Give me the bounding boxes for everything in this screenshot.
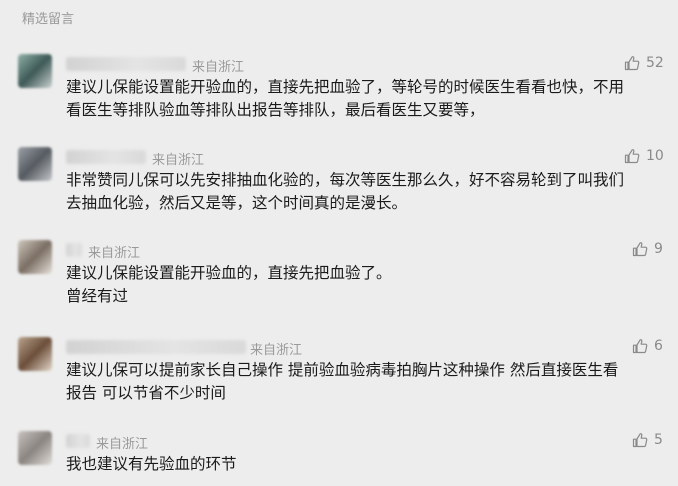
avatar[interactable] — [18, 147, 52, 181]
comment-text-line: 建议儿保能设置能开验血的，直接先把血验了，等轮号的时候医生看看也快，不用 — [66, 78, 625, 96]
avatar[interactable] — [18, 431, 52, 465]
nickname-blurred[interactable] — [66, 150, 146, 164]
comment-text-line: 去抽血化验，然后又是等，这个时间真的是漫长。 — [66, 194, 408, 212]
like-count: 10 — [646, 148, 664, 164]
origin-label: 来自浙江 — [152, 153, 205, 168]
nickname-blurred[interactable] — [66, 434, 90, 448]
thumbs-up-icon — [632, 242, 648, 257]
thumbs-up-icon — [632, 433, 648, 448]
comment-text-line: 看医生等排队验血等排队出报告等排队，最后看医生又要等， — [66, 101, 485, 119]
nickname-blurred[interactable] — [66, 57, 186, 71]
comment-text-line: 建议儿保可以提前家长自己操作 提前验血验病毒拍胸片这种操作 然后直接医生看 — [66, 361, 619, 379]
thumbs-up-icon — [624, 149, 640, 164]
comments-header: 精选留言 — [22, 12, 75, 27]
like-count: 52 — [646, 55, 664, 71]
avatar[interactable] — [18, 337, 52, 371]
avatar[interactable] — [18, 240, 52, 274]
like-count: 9 — [654, 241, 663, 257]
like-button[interactable]: 52 — [624, 54, 664, 72]
origin-label: 来自浙江 — [96, 437, 149, 452]
origin-label: 来自浙江 — [192, 60, 245, 75]
like-count: 5 — [654, 432, 663, 448]
nickname-blurred[interactable] — [66, 340, 246, 354]
avatar[interactable] — [18, 54, 52, 88]
comment-text-line: 报告 可以节省不少时间 — [66, 384, 226, 402]
like-count: 6 — [654, 338, 663, 354]
like-button[interactable]: 9 — [632, 240, 663, 258]
like-button[interactable]: 5 — [632, 431, 663, 449]
comment-text-line: 建议儿保能设置能开验血的，直接先把血验了。 — [66, 264, 392, 282]
origin-label: 来自浙江 — [250, 343, 303, 358]
origin-label: 来自浙江 — [88, 246, 141, 261]
comment-text-line: 曾经有过 — [66, 287, 129, 305]
comment-text-line: 我也建议有先验血的环节 — [66, 455, 237, 473]
like-button[interactable]: 10 — [624, 147, 664, 165]
thumbs-up-icon — [632, 339, 648, 354]
like-button[interactable]: 6 — [632, 337, 663, 355]
thumbs-up-icon — [624, 56, 640, 71]
nickname-blurred[interactable] — [66, 243, 82, 257]
comment-text-line: 非常赞同儿保可以先安排抽血化验的，每次等医生那么久，好不容易轮到了叫我们 — [66, 171, 625, 189]
